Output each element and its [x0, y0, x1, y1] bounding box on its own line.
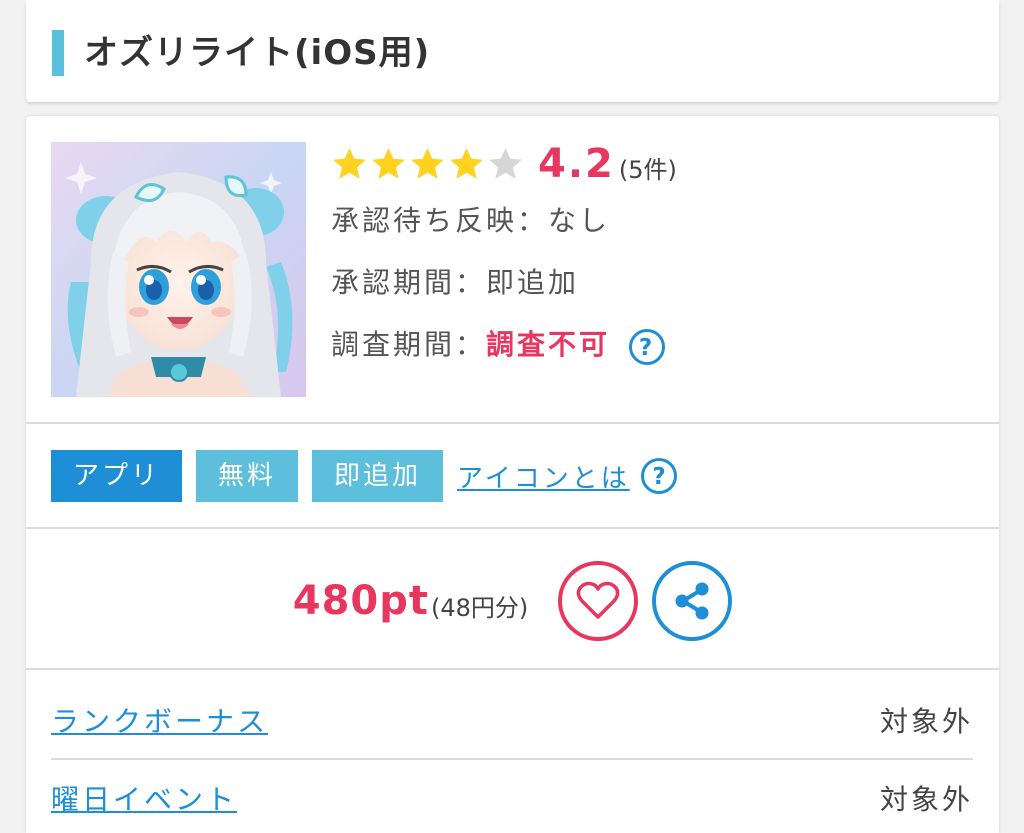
svg-text:?: ?	[652, 464, 665, 490]
info-approval-period: 承認期間： 即追加	[331, 252, 971, 314]
weekday-event-link[interactable]: 曜日イベント	[51, 778, 237, 818]
divider	[26, 668, 999, 670]
rating-stars	[331, 146, 524, 183]
title-accent-bar	[52, 30, 64, 76]
info-value: なし	[548, 204, 611, 237]
rating-row: 4.2 (5件)	[331, 138, 971, 190]
offer-card: 4.2 (5件) 承認待ち反映： なし 承認期間： 即追加 調査期間： 調査不可 ?	[26, 116, 999, 833]
star-filled-icon	[411, 147, 444, 179]
info-label: 調査期間：	[331, 328, 487, 361]
divider	[26, 527, 999, 529]
info-value-emphasis: 調査不可	[486, 328, 611, 361]
page-title: オズリライト(iOS用)	[84, 33, 431, 73]
icon-help-link[interactable]: アイコンとは	[457, 458, 630, 495]
rating-value: 4.2	[538, 141, 615, 187]
share-icon	[675, 582, 709, 620]
star-filled-icon	[333, 147, 366, 179]
favorite-button[interactable]	[558, 561, 639, 641]
offer-info: 4.2 (5件) 承認待ち反映： なし 承認期間： 即追加 調査期間： 調査不可 ?	[331, 138, 971, 376]
rating-count: (5件)	[618, 155, 677, 184]
tag-instant-add: 即追加	[312, 450, 444, 502]
points-yen-value: (48円分)	[430, 593, 529, 622]
help-icon[interactable]: ?	[640, 457, 678, 495]
info-value: 即追加	[486, 266, 580, 299]
points-value: 480pt	[292, 578, 429, 624]
tag-free: 無料	[196, 450, 299, 502]
weekday-event-value: 対象外	[879, 783, 973, 816]
info-label: 承認期間：	[331, 266, 487, 299]
tag-app: アプリ	[51, 450, 183, 502]
divider	[26, 422, 999, 424]
heart-icon	[576, 581, 620, 619]
rank-bonus-link[interactable]: ランクボーナス	[51, 700, 268, 740]
points-row: 480pt (48円分)	[26, 556, 999, 646]
info-pending-reflection: 承認待ち反映： なし	[331, 190, 971, 252]
help-icon[interactable]: ?	[628, 326, 666, 365]
info-label: 承認待ち反映：	[331, 204, 549, 237]
star-empty-icon	[489, 147, 522, 179]
tag-list: アプリ 無料 即追加 アイコンとは ?	[51, 450, 678, 502]
share-button[interactable]	[652, 561, 733, 641]
info-investigation-period: 調査期間： 調査不可 ?	[331, 314, 971, 376]
page: オズリライト(iOS用) 4.2 (5件) 承認待ち反映： なし 承認期間： 即…	[0, 0, 1024, 833]
detail-row-rank-bonus: ランクボーナス 対象外	[51, 682, 973, 758]
detail-row-weekday-event: 曜日イベント 対象外	[51, 760, 973, 833]
rank-bonus-value: 対象外	[879, 705, 973, 738]
title-card: オズリライト(iOS用)	[26, 0, 999, 102]
star-filled-icon	[450, 147, 483, 179]
star-filled-icon	[372, 147, 405, 179]
app-character-icon[interactable]	[51, 142, 306, 397]
svg-text:?: ?	[639, 335, 655, 361]
